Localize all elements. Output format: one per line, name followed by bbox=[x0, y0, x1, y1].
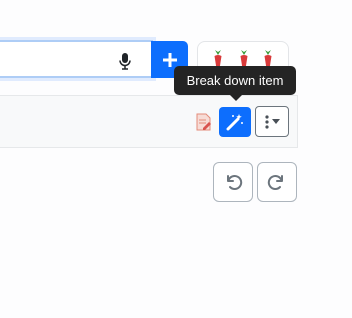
undo-icon bbox=[227, 175, 243, 190]
break-down-item-button[interactable] bbox=[219, 107, 251, 137]
undo-button[interactable] bbox=[213, 162, 253, 202]
tooltip-arrow bbox=[230, 95, 242, 101]
document-edit-icon[interactable] bbox=[196, 113, 212, 131]
tooltip-text: Break down item bbox=[186, 73, 284, 88]
microphone-icon[interactable] bbox=[116, 52, 134, 70]
item-toolbar bbox=[0, 95, 298, 148]
redo-icon bbox=[267, 175, 283, 190]
more-options-dropdown[interactable] bbox=[255, 106, 289, 137]
tooltip: Break down item bbox=[174, 66, 296, 95]
vertical-dots-icon bbox=[264, 114, 269, 129]
plus-icon bbox=[162, 52, 177, 67]
caret-down-icon bbox=[271, 119, 280, 124]
magic-wand-icon bbox=[226, 114, 243, 131]
redo-button[interactable] bbox=[257, 162, 297, 202]
